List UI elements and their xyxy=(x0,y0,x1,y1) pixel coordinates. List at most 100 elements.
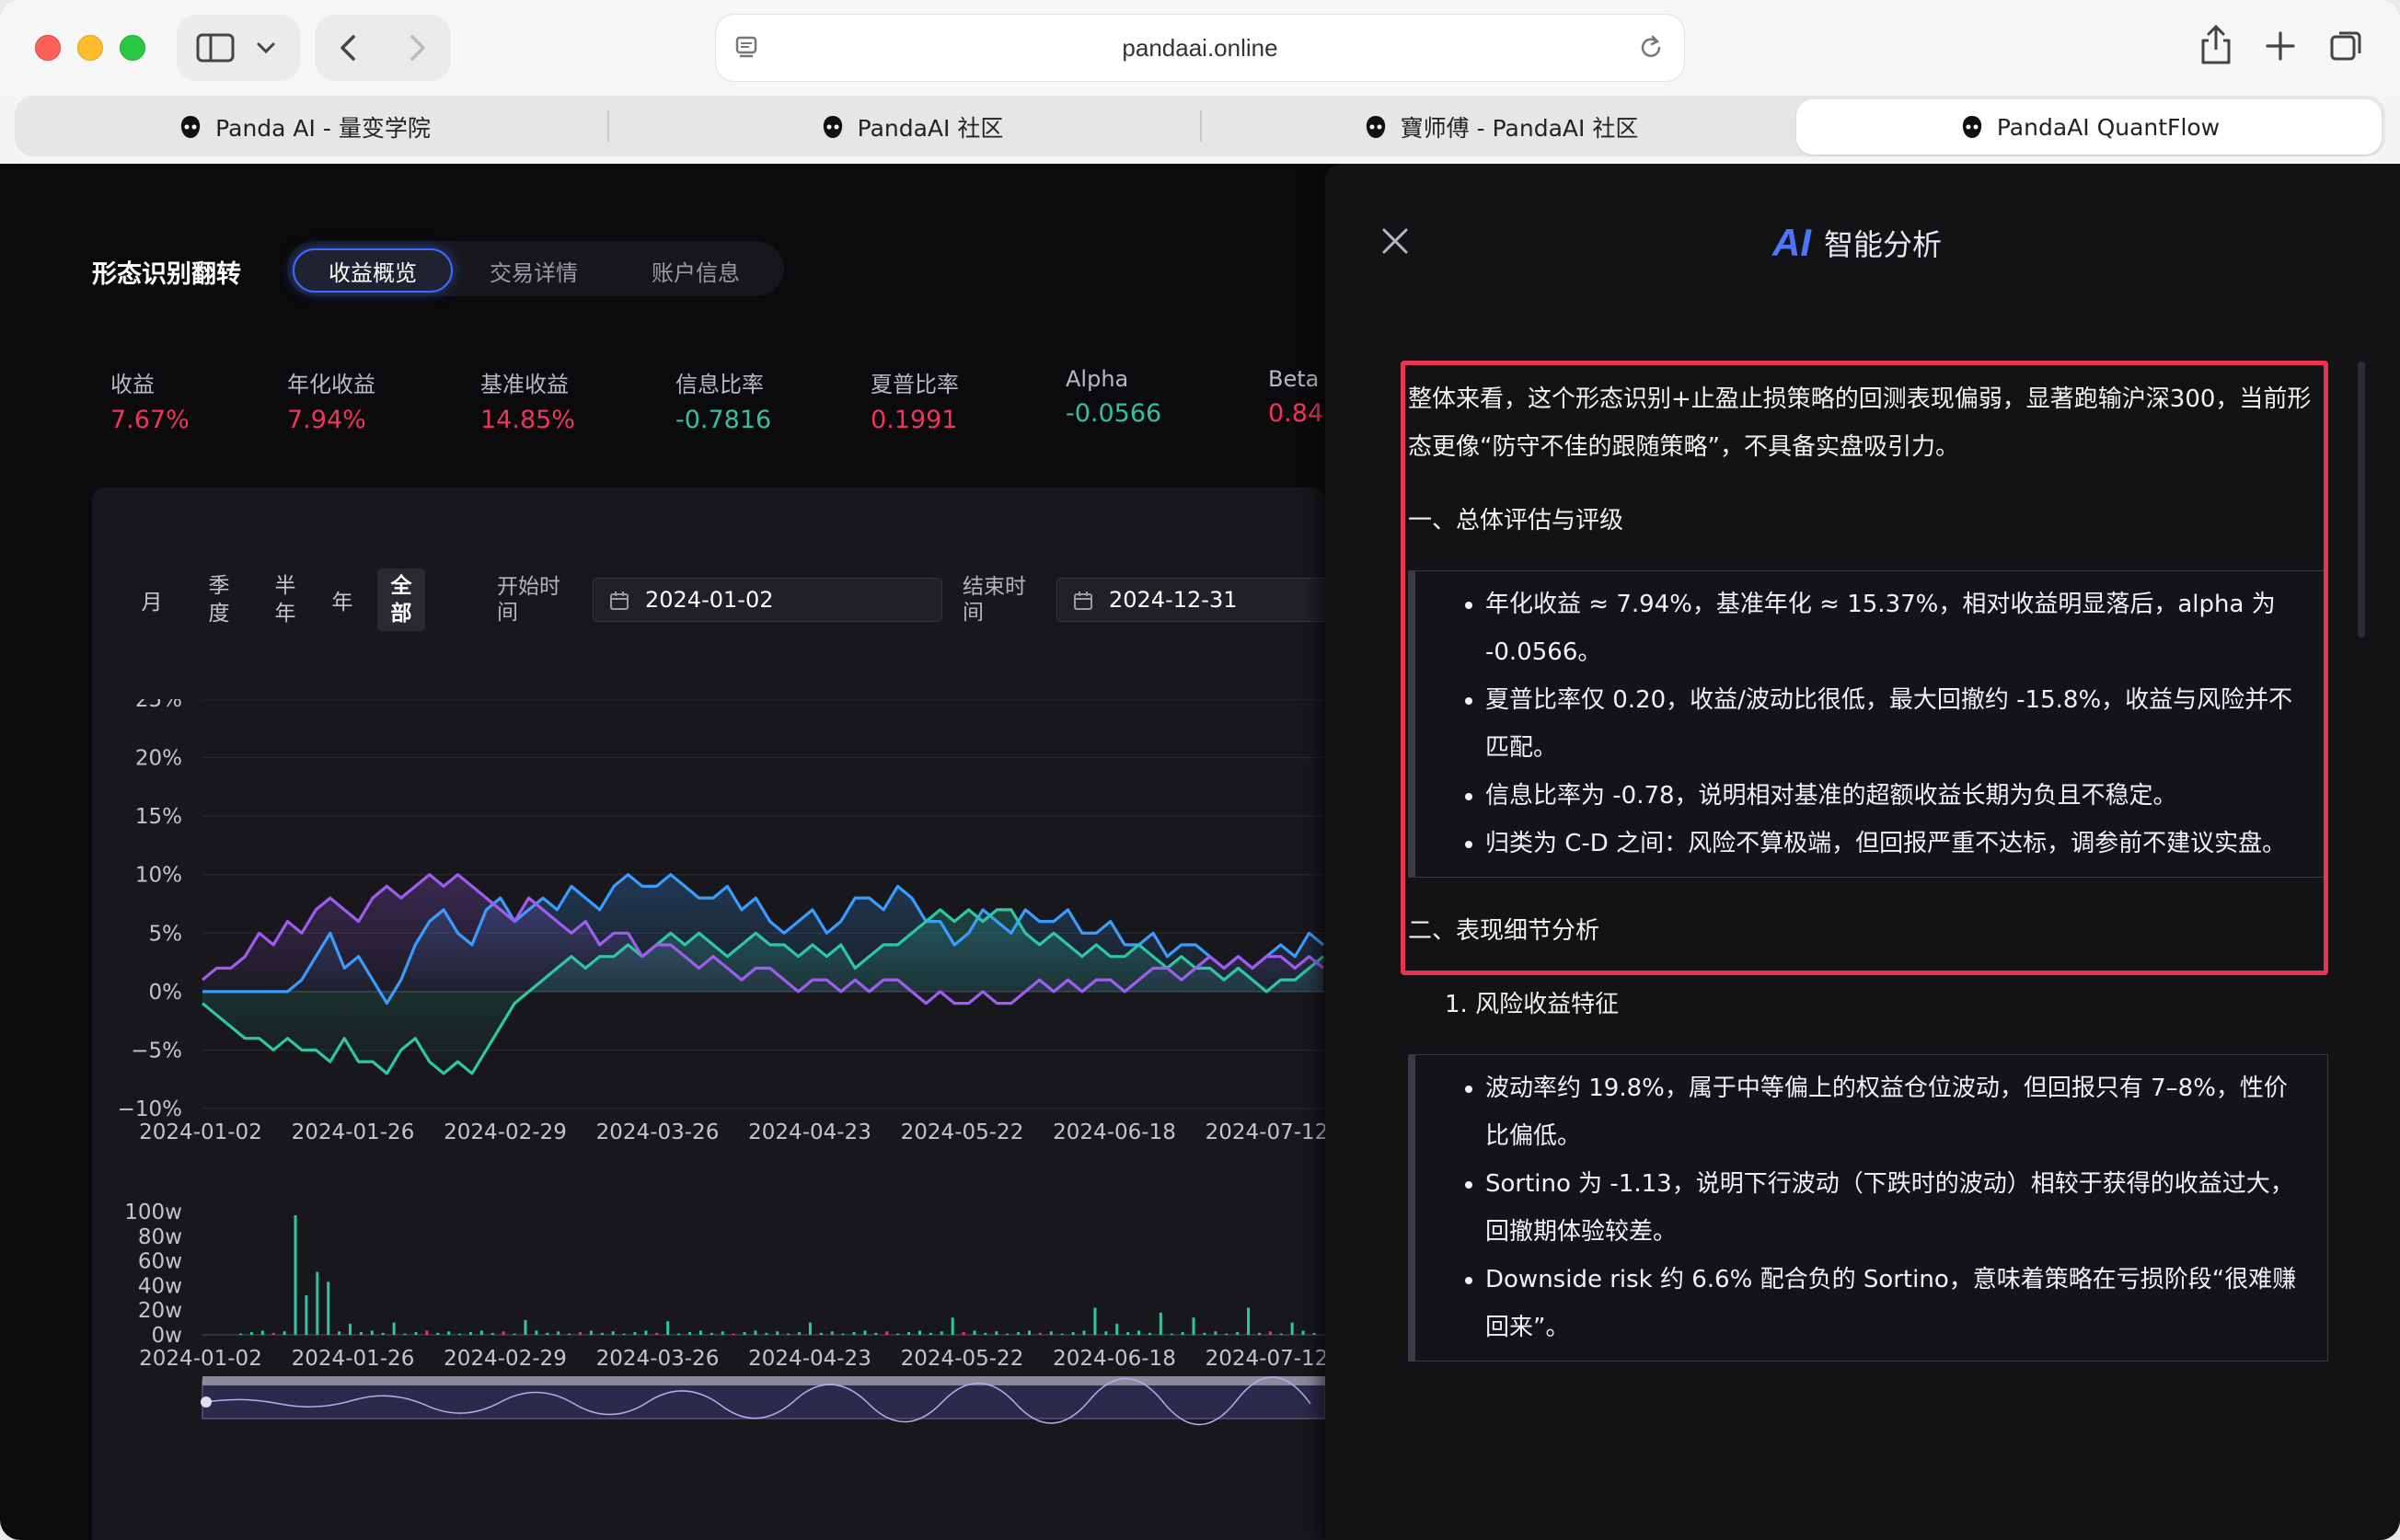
volume-bar xyxy=(765,1332,768,1335)
tab-label: PandaAI QuantFlow xyxy=(1996,113,2221,141)
volume-bar xyxy=(1203,1332,1206,1335)
volume-bar xyxy=(381,1332,385,1335)
tab-label: 寶师傅 - PandaAI 社区 xyxy=(1400,115,1639,142)
sidebar-toggle-button[interactable] xyxy=(177,15,300,81)
y-tick-label: −10% xyxy=(118,1098,182,1121)
period-all-line2: 部 xyxy=(390,602,412,626)
drawer-scrollbar[interactable] xyxy=(2358,362,2365,638)
period-year[interactable]: 年 xyxy=(324,589,361,616)
volume-bar xyxy=(917,1330,921,1335)
period-all[interactable]: 全 部 xyxy=(377,569,425,631)
section-heading: 一、总体评估与评级 xyxy=(1408,507,1624,534)
start-date-label-line2: 间 xyxy=(497,601,518,625)
volume-bar xyxy=(1301,1330,1305,1335)
volume-bar xyxy=(479,1330,483,1335)
back-icon[interactable] xyxy=(330,29,367,66)
assessment-list: 年化收益 ≈ 7.94%，基准年化 ≈ 15.37%，相对收益明显落后，alph… xyxy=(1415,580,2327,868)
volume-bar xyxy=(1236,1332,1240,1335)
volume-bar xyxy=(1017,1332,1021,1335)
risk-list: 波动率约 19.8%，属于中等偏上的权益仓位波动，但回报只有 7–8%，性价比偏… xyxy=(1415,1064,2327,1351)
metric-value: -0.0566 xyxy=(1066,399,1162,428)
volume-bar xyxy=(260,1330,264,1335)
forward-icon[interactable] xyxy=(398,29,435,66)
volume-bar xyxy=(359,1332,363,1335)
volume-y-tick-label: 60w xyxy=(138,1250,182,1274)
minimize-window-button[interactable] xyxy=(77,35,103,61)
period-quarter-line2: 度 xyxy=(208,602,230,626)
y-tick-label: 0% xyxy=(149,981,183,1005)
volume-x-tick-label: 2024-04-23 xyxy=(748,1347,871,1371)
y-tick-label: 20% xyxy=(135,747,182,771)
volume-bar xyxy=(633,1332,637,1335)
close-icon[interactable] xyxy=(1380,226,1410,256)
volume-bar xyxy=(929,1332,932,1335)
tab-label: Panda AI - 量变学院 xyxy=(215,115,431,142)
address-bar[interactable]: pandaai.online xyxy=(716,15,1684,81)
y-tick-label: 5% xyxy=(149,922,183,946)
volume-bar xyxy=(370,1330,374,1335)
volume-bar xyxy=(1290,1322,1294,1335)
sidebar-icon xyxy=(196,33,275,63)
tab-trade-details[interactable]: 交易详情 xyxy=(460,248,607,293)
tab-account-info[interactable]: 账户信息 xyxy=(622,248,769,293)
maximize-window-button[interactable] xyxy=(120,35,145,61)
volume-x-tick-label: 2024-07-12 xyxy=(1206,1347,1325,1371)
volume-bar xyxy=(644,1330,648,1335)
strategy-title: 形态识别翻转 xyxy=(92,260,241,289)
volume-bar xyxy=(414,1332,418,1335)
period-half-line1: 半 xyxy=(274,574,296,598)
page-menu-icon[interactable] xyxy=(734,35,760,61)
period-quarter-line1: 季 xyxy=(208,574,230,598)
tab-baoshifu-community[interactable]: 寶师傅 - PandaAI 社区 xyxy=(1215,99,1785,155)
metric-value: 7.94% xyxy=(287,406,366,434)
subsection-heading: 1. 风险收益特征 xyxy=(1445,991,1620,1018)
volume-x-tick-label: 2024-02-29 xyxy=(444,1347,567,1371)
close-window-button[interactable] xyxy=(35,35,61,61)
new-tab-icon[interactable] xyxy=(2264,29,2297,63)
volume-bar xyxy=(600,1332,604,1335)
volume-bar xyxy=(798,1332,802,1335)
volume-bar xyxy=(622,1333,626,1335)
volume-bar xyxy=(403,1333,407,1335)
metric-value: -0.7816 xyxy=(675,406,772,434)
reload-icon[interactable] xyxy=(1636,33,1666,63)
end-date-input[interactable]: 2024-12-31 xyxy=(1056,578,1333,622)
period-half-line2: 年 xyxy=(274,602,296,626)
volume-bar xyxy=(557,1331,560,1335)
tab-panda-ai-academy[interactable]: Panda AI - 量变学院 xyxy=(18,99,589,155)
volume-bar xyxy=(502,1331,505,1335)
period-half-year[interactable]: 半 年 xyxy=(267,572,304,627)
volume-bar xyxy=(283,1331,286,1335)
tab-label: PandaAI 社区 xyxy=(857,115,1004,142)
volume-bar xyxy=(1279,1333,1283,1335)
metric-return: 收益 7.67% xyxy=(110,366,190,434)
range-slider-left-handle xyxy=(201,1396,212,1408)
volume-bar xyxy=(568,1333,571,1335)
x-tick-label: 2024-04-23 xyxy=(748,1121,871,1144)
x-tick-label: 2024-05-22 xyxy=(901,1121,1024,1144)
metric-value: 7.67% xyxy=(110,406,190,434)
ai-analysis-drawer: AI 智能分析 整体来看，这个形态识别+止盈止损策略的回测表现偏弱，显著跑输沪深… xyxy=(1325,164,2400,1540)
metric-information-ratio: 信息比率 -0.7816 xyxy=(675,366,771,434)
tab-pandaai-quantflow[interactable]: PandaAI QuantFlow xyxy=(1796,99,2382,155)
tab-overview-icon[interactable] xyxy=(2328,28,2365,64)
list-item: 年化收益 ≈ 7.94%，基准年化 ≈ 15.37%，相对收益明显落后，alph… xyxy=(1485,580,2327,676)
volume-y-tick-label: 20w xyxy=(138,1299,182,1323)
volume-bar xyxy=(1192,1317,1195,1335)
share-icon[interactable] xyxy=(2198,24,2234,68)
tab-pandaai-community[interactable]: PandaAI 社区 xyxy=(626,99,1196,155)
panda-logo-icon xyxy=(1962,116,1981,138)
metric-sharpe-ratio: 夏普比率 0.1991 xyxy=(871,366,959,434)
y-tick-label: 15% xyxy=(135,805,182,829)
volume-bar xyxy=(338,1331,341,1335)
tab-return-overview[interactable]: 收益概览 xyxy=(293,248,453,293)
volume-bar xyxy=(578,1332,582,1335)
volume-bar xyxy=(1148,1332,1151,1335)
volume-bar xyxy=(249,1332,253,1335)
volume-x-tick-label: 2024-06-18 xyxy=(1053,1347,1176,1371)
volume-bar xyxy=(611,1331,615,1335)
start-date-input[interactable]: 2024-01-02 xyxy=(593,578,942,622)
period-month[interactable]: 月 xyxy=(138,589,166,616)
volume-bar xyxy=(1049,1331,1053,1335)
period-quarter[interactable]: 季 度 xyxy=(201,572,237,627)
